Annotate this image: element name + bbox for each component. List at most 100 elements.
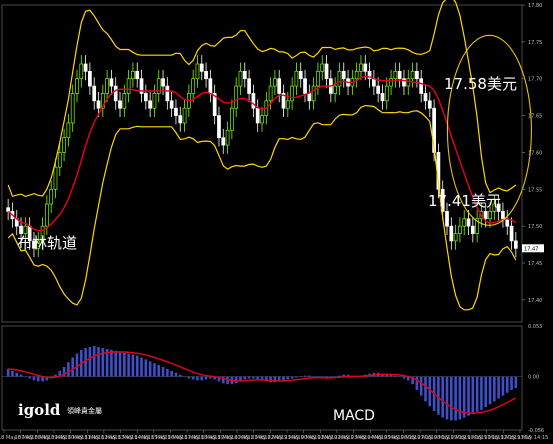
macd-bar [462,376,466,418]
macd-bar [252,376,255,379]
candle-body [341,70,346,80]
candle-body [316,70,320,87]
macd-bar [445,376,449,420]
macd-bar [480,376,483,410]
macd-bar [501,376,505,396]
candle-body [152,93,157,109]
macd-bar [471,376,475,414]
price-axis-label: 17.65 [528,114,542,120]
price-axis-label: 17.55 [528,187,542,193]
macd-bar [88,346,92,377]
macd-bar [303,375,307,377]
candle-body [79,63,84,80]
candle-body [449,225,454,242]
candle-body [445,211,449,227]
candle-body [126,78,131,94]
candle-body [427,100,432,109]
candle-body [389,78,393,87]
candle-body [273,78,277,87]
candle-body [513,240,518,249]
candle-body [62,137,66,153]
macd-bar [196,376,199,381]
macd-bar [71,357,74,377]
time-axis-label: 19 May 14:15 [514,435,548,441]
macd-bar [282,376,285,381]
candle-body [242,70,247,80]
macd-bar [204,376,208,380]
price-chart: 17.80 17.75 17.70 17.65 17.60 17.55 17.50 17.47… [0,0,548,441]
candle-body [380,93,385,102]
candle-body [169,100,174,109]
macd-bar [140,357,143,377]
macd-bar [256,376,259,380]
candle-body [92,85,97,102]
candle-body [483,211,488,220]
candle-body [359,63,363,72]
candle-body [303,78,307,94]
macd-bar [514,376,518,389]
lower-price-annotation: 17.41美元 [428,192,501,210]
macd-bar [15,372,19,377]
macd-bar [338,375,341,377]
candle-body [148,100,152,109]
macd-bar [183,376,186,378]
macd-bar [505,376,509,393]
candle-body [195,63,200,80]
macd-label: MACD [333,408,375,424]
candle-body [290,85,294,102]
price-axis-label: 17.45 [528,261,542,267]
macd-bar [97,346,100,377]
candle-body [230,107,234,131]
macd-bar [295,376,298,378]
macd-bar [123,352,126,377]
candle-body [509,225,514,242]
candle-body [260,115,264,124]
indicator-title: 布林轨道 [17,234,77,252]
candle-body [268,85,273,102]
candle-body [488,211,492,220]
macd-bar [161,367,165,377]
macd-bar [437,376,440,415]
macd-axis-label: -0.056 [528,428,544,434]
candle-body [178,115,183,124]
macd-bar [19,374,23,377]
candle-body [505,218,510,227]
candle-body [333,85,337,94]
candle-body [109,78,114,87]
macd-bar [131,354,135,377]
candle-body [337,70,342,87]
macd-bar [441,376,444,418]
macd-bar [24,376,27,378]
macd-bar [32,376,36,381]
macd-bar [247,376,251,379]
candle-body [470,225,475,234]
candle-body [53,166,58,190]
candle-body [199,63,204,72]
upper-price-annotation: 17.58美元 [444,75,517,93]
candle-body [165,85,170,102]
macd-bar [127,353,130,377]
candle-body [174,107,178,116]
candle-body [135,70,140,80]
macd-bar [493,376,496,402]
macd-bar [484,376,488,408]
candle-body [217,115,221,139]
macd-bar [144,359,148,377]
macd-bar [312,376,315,378]
macd-bar [221,376,225,384]
candle-body [49,188,54,205]
macd-bar [234,376,238,384]
macd-bar [191,376,195,380]
macd-bar [286,376,290,380]
macd-bar [308,375,311,377]
candle-body [384,85,389,102]
candle-body [277,78,282,94]
candle-body [96,100,101,109]
macd-bar [178,374,182,377]
macd-bar [424,376,427,402]
candle-body [75,78,79,94]
candle-body [285,100,290,109]
macd-bar [67,362,70,377]
candle-body [354,70,359,80]
macd-bar [454,376,457,421]
